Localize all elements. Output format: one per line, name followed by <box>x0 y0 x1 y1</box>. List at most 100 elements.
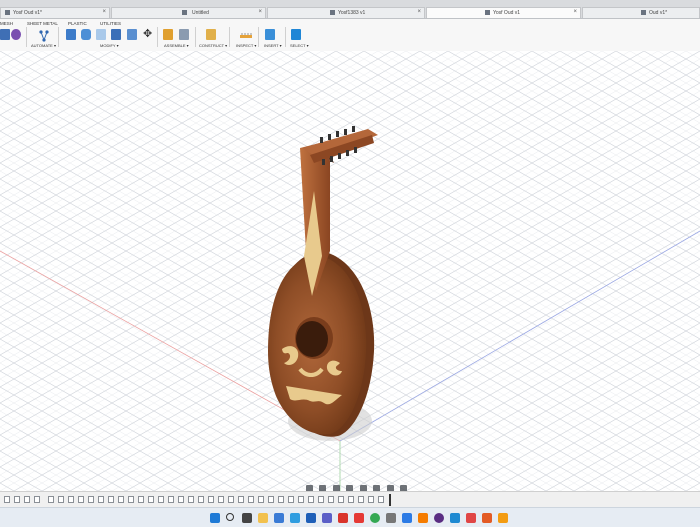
offset-plane-icon[interactable] <box>206 29 216 40</box>
timeline-feature-icon[interactable] <box>248 496 254 503</box>
timeline-feature-icon[interactable] <box>328 496 334 503</box>
timeline-feature-icon[interactable] <box>78 496 84 503</box>
timeline-feature-icon[interactable] <box>348 496 354 503</box>
photos2-icon[interactable] <box>402 513 412 523</box>
word-icon[interactable] <box>306 513 316 523</box>
viewport-canvas[interactable] <box>0 51 700 491</box>
timeline-feature-icon[interactable] <box>338 496 344 503</box>
joint-icon[interactable] <box>179 29 189 40</box>
timeline-feature-icon[interactable] <box>308 496 314 503</box>
press-pull-icon[interactable] <box>66 29 76 40</box>
insert-image-icon[interactable] <box>265 29 275 40</box>
timeline-feature-icon[interactable] <box>238 496 244 503</box>
windows-start-icon[interactable] <box>210 513 220 523</box>
workspace-tab-mesh[interactable]: MESH <box>0 21 13 26</box>
timeline-feature-icon[interactable] <box>378 496 384 503</box>
tab-label: Untitled <box>192 10 209 16</box>
timeline-feature-icon[interactable] <box>48 496 54 503</box>
timeline-feature-icon[interactable] <box>68 496 74 503</box>
timeline-feature-icon[interactable] <box>98 496 104 503</box>
timeline-prev-icon[interactable] <box>14 496 20 503</box>
tab-yosf-oud-modified[interactable]: Yosf Oud v1* × <box>0 7 110 18</box>
document-icon <box>182 10 187 15</box>
close-icon[interactable]: × <box>417 9 421 15</box>
timeline-feature-icon[interactable] <box>118 496 124 503</box>
youtube-icon[interactable] <box>354 513 364 523</box>
fusion360-icon[interactable] <box>498 513 508 523</box>
office-icon[interactable] <box>482 513 492 523</box>
timeline-marker[interactable] <box>389 494 391 506</box>
workspace-tab-plastic[interactable]: PLASTIC <box>68 21 87 26</box>
automate-menu[interactable]: AUTOMATE ▾ <box>31 43 56 48</box>
fillet-icon[interactable] <box>81 29 91 40</box>
timeline-feature-icon[interactable] <box>278 496 284 503</box>
timeline-first-icon[interactable] <box>4 496 10 503</box>
timeline-feature-icon[interactable] <box>138 496 144 503</box>
timeline-feature-icon[interactable] <box>358 496 364 503</box>
chrome-icon[interactable] <box>370 513 380 523</box>
timeline-feature-icon[interactable] <box>208 496 214 503</box>
timeline-feature-icon[interactable] <box>58 496 64 503</box>
photos-icon[interactable] <box>290 513 300 523</box>
construct-menu[interactable]: CONSTRUCT ▾ <box>199 43 227 48</box>
timeline-feature-icon[interactable] <box>188 496 194 503</box>
obs-icon[interactable] <box>434 513 444 523</box>
timeline-play-icon[interactable] <box>24 496 30 503</box>
timeline-feature-icon[interactable] <box>88 496 94 503</box>
combine-icon[interactable] <box>111 29 121 40</box>
tab-untitled[interactable]: Untitled × <box>111 7 266 18</box>
search-icon[interactable] <box>226 513 234 521</box>
file-explorer-icon[interactable] <box>242 513 252 523</box>
tab-label: Yosf1383 v1 <box>338 10 366 16</box>
inspect-menu[interactable]: INSPECT ▾ <box>236 43 256 48</box>
tab-yosf-oud-active[interactable]: Yosf Oud v1 × <box>426 7 581 18</box>
timeline-feature-icon[interactable] <box>228 496 234 503</box>
assemble-menu[interactable]: ASSEMBLE ▾ <box>164 43 189 48</box>
tab-oud[interactable]: Oud v1* <box>582 7 700 18</box>
folder-icon[interactable] <box>258 513 268 523</box>
measure-icon[interactable] <box>240 29 252 40</box>
workspace-tab-sheet-metal[interactable]: SHEET METAL <box>27 21 58 26</box>
timeline-feature-icon[interactable] <box>318 496 324 503</box>
close-icon[interactable]: × <box>573 9 577 15</box>
close-icon[interactable]: × <box>102 9 106 15</box>
move-icon[interactable]: ✥ <box>143 29 153 40</box>
timeline-feature-icon[interactable] <box>198 496 204 503</box>
teams-icon[interactable] <box>322 513 332 523</box>
timeline-feature-icon[interactable] <box>218 496 224 503</box>
timeline-feature-icon[interactable] <box>258 496 264 503</box>
vivaldi-icon[interactable] <box>466 513 476 523</box>
modify-menu[interactable]: MODIFY ▾ <box>100 43 119 48</box>
timeline-feature-icon[interactable] <box>298 496 304 503</box>
vscode-icon[interactable] <box>450 513 460 523</box>
timeline-feature-icon[interactable] <box>148 496 154 503</box>
shape-tool-icon[interactable] <box>11 29 21 40</box>
timeline-feature-icon[interactable] <box>178 496 184 503</box>
tab-label: Yosf Oud v1 <box>493 10 521 16</box>
timeline-feature-icon[interactable] <box>168 496 174 503</box>
automate-icon[interactable] <box>38 29 49 42</box>
mesh-tool-icon[interactable] <box>0 29 10 40</box>
select-menu[interactable]: SELECT ▾ <box>290 43 309 48</box>
tab-label: Oud v1* <box>649 10 668 16</box>
fusion-icon[interactable] <box>418 513 428 523</box>
new-component-icon[interactable] <box>163 29 173 40</box>
timeline-feature-icon[interactable] <box>158 496 164 503</box>
timeline-feature-icon[interactable] <box>128 496 134 503</box>
store-icon[interactable] <box>274 513 284 523</box>
timeline-feature-icon[interactable] <box>288 496 294 503</box>
timeline-feature-icon[interactable] <box>268 496 274 503</box>
document-tab-bar: Yosf Oud v1* × Untitled × Yosf1383 v1 × … <box>0 0 700 19</box>
offset-face-icon[interactable] <box>127 29 137 40</box>
select-icon[interactable] <box>291 29 301 40</box>
timeline-feature-icon[interactable] <box>368 496 374 503</box>
timeline-feature-icon[interactable] <box>108 496 114 503</box>
acrobat-icon[interactable] <box>338 513 348 523</box>
tab-yosf1383[interactable]: Yosf1383 v1 × <box>267 7 425 18</box>
shell-icon[interactable] <box>96 29 106 40</box>
insert-menu[interactable]: INSERT ▾ <box>264 43 282 48</box>
settings-icon[interactable] <box>386 513 396 523</box>
timeline-next-icon[interactable] <box>34 496 40 503</box>
close-icon[interactable]: × <box>258 9 262 15</box>
workspace-tab-utilities[interactable]: UTILITIES <box>100 21 121 26</box>
